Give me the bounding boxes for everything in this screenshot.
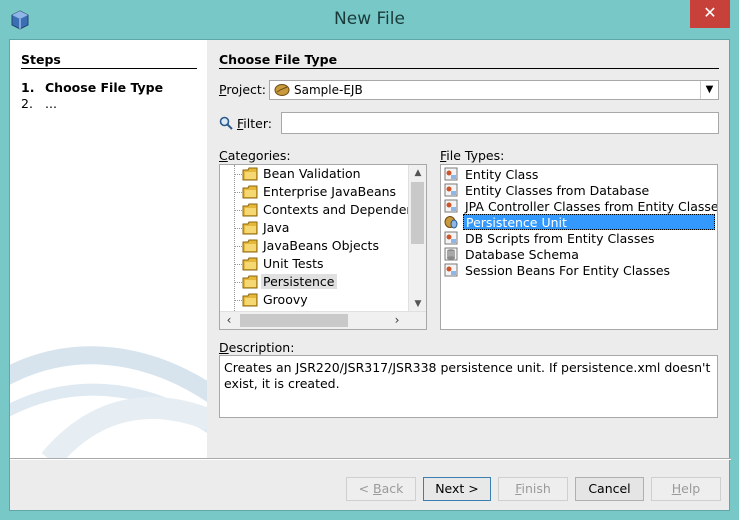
list-item-label: Database Schema (465, 247, 579, 262)
folder-icon (242, 185, 258, 199)
section-title: Choose File Type (219, 52, 338, 67)
project-value: Sample-EJB (294, 83, 363, 97)
folder-icon (242, 203, 258, 217)
tree-item-label: Contexts and Dependency Injection (263, 202, 427, 217)
tree-item-label: Persistence (261, 274, 337, 289)
step-item: 2.... (21, 96, 57, 111)
tree-item-label: JavaBeans Objects (263, 238, 379, 253)
project-combobox[interactable]: Sample-EJB ▼ (269, 80, 719, 100)
tree-item[interactable]: JavaBeans Objects (220, 237, 406, 255)
chevron-down-icon[interactable]: ▼ (700, 81, 718, 99)
filter-label: Filter: (237, 116, 272, 131)
scroll-down-icon[interactable]: ▼ (409, 296, 426, 312)
dialog-client: Steps 1. Choose File Type 2.... Choose Fi… (9, 39, 731, 511)
tree-item-label: Unit Tests (263, 256, 324, 271)
step-label: Choose File Type (45, 80, 164, 95)
steps-divider (21, 68, 197, 69)
list-item-label: Session Beans For Entity Classes (465, 263, 671, 278)
section-divider (219, 68, 719, 69)
database-schema-icon (444, 247, 458, 261)
search-icon (219, 116, 233, 130)
folder-icon (242, 167, 258, 181)
description-label: Description: (219, 340, 295, 355)
bean-icon (274, 84, 290, 96)
close-button[interactable]: ✕ (690, 0, 730, 28)
step-number: 1. (21, 80, 35, 95)
tree-item-label: Bean Validation (263, 166, 361, 181)
scroll-thumb[interactable] (240, 314, 348, 327)
scroll-thumb[interactable] (411, 182, 424, 244)
list-item-label: Entity Class (465, 167, 539, 182)
tree-item-label: Enterprise JavaBeans (263, 184, 397, 199)
filter-input[interactable] (281, 112, 719, 134)
list-item-label: Persistence Unit (463, 214, 715, 230)
main-panel: Choose File Type Project: Sample-EJB ▼ F… (207, 40, 731, 458)
tree-item-selected[interactable]: Persistence (220, 273, 406, 291)
horizontal-scrollbar[interactable]: ‹ › (220, 311, 426, 329)
folder-icon (242, 257, 258, 271)
tree-item[interactable]: Bean Validation (220, 165, 406, 183)
list-item-label: DB Scripts from Entity Classes (465, 231, 655, 246)
entity-class-icon (444, 167, 458, 181)
folder-icon (242, 221, 258, 235)
step-item: 1. Choose File Type (21, 80, 163, 95)
tree-item[interactable]: Enterprise JavaBeans (220, 183, 406, 201)
list-item-label: Entity Classes from Database (465, 183, 650, 198)
steps-panel: Steps 1. Choose File Type 2.... (10, 40, 207, 458)
cancel-button[interactable]: Cancel (575, 477, 644, 501)
db-scripts-icon (444, 231, 458, 245)
tree-item[interactable]: Groovy (220, 291, 406, 309)
steps-title: Steps (21, 52, 61, 67)
session-beans-icon (444, 263, 458, 277)
list-item-selected[interactable]: Persistence Unit (441, 214, 717, 230)
tree-item-label: Java (263, 220, 290, 235)
help-button[interactable]: Help (651, 477, 721, 501)
file-types-list[interactable]: Entity Class Entity Classes from Databas… (440, 164, 718, 330)
entity-db-icon (444, 183, 458, 197)
scroll-left-icon[interactable]: ‹ (220, 312, 238, 329)
tree-item[interactable]: Contexts and Dependency Injection (220, 201, 426, 219)
scroll-up-icon[interactable]: ▲ (409, 165, 426, 181)
list-item[interactable]: DB Scripts from Entity Classes (441, 230, 717, 246)
list-item[interactable]: Database Schema (441, 246, 717, 262)
step-number: 2. (21, 96, 33, 111)
finish-button[interactable]: Finish (498, 477, 568, 501)
folder-icon (242, 293, 258, 307)
scroll-right-icon[interactable]: › (388, 312, 406, 329)
description-text: Creates an JSR220/JSR317/JSR338 persiste… (219, 355, 718, 418)
list-item[interactable]: Entity Class (441, 166, 717, 182)
categories-tree[interactable]: Bean Validation Enterprise JavaBeans Con… (219, 164, 427, 330)
list-item[interactable]: JPA Controller Classes from Entity Class… (441, 198, 717, 214)
tree-item[interactable]: Java (220, 219, 406, 237)
folder-icon (242, 275, 258, 289)
back-button[interactable]: < Back (346, 477, 416, 501)
step-label: ... (45, 96, 57, 111)
vertical-scrollbar[interactable]: ▲ ▼ (408, 165, 426, 312)
list-item-label: JPA Controller Classes from Entity Class… (465, 199, 718, 214)
jpa-controller-icon (444, 199, 458, 213)
tree-item[interactable]: Unit Tests (220, 255, 406, 273)
list-item[interactable]: Session Beans For Entity Classes (441, 262, 717, 278)
list-item[interactable]: Entity Classes from Database (441, 182, 717, 198)
persistence-unit-icon (444, 216, 458, 229)
button-bar-divider (10, 458, 731, 460)
tree-item-label: Groovy (263, 292, 308, 307)
window-title: New File (334, 9, 405, 29)
dialog-window: New File ✕ Steps 1. Choose File Type 2...… (0, 0, 739, 520)
categories-label: Categories: (219, 148, 291, 163)
title-bar[interactable]: New File ✕ (0, 0, 739, 38)
file-types-label: File Types: (440, 148, 505, 163)
folder-icon (242, 239, 258, 253)
next-button[interactable]: Next > (423, 477, 491, 501)
project-label: Project: (219, 82, 266, 97)
